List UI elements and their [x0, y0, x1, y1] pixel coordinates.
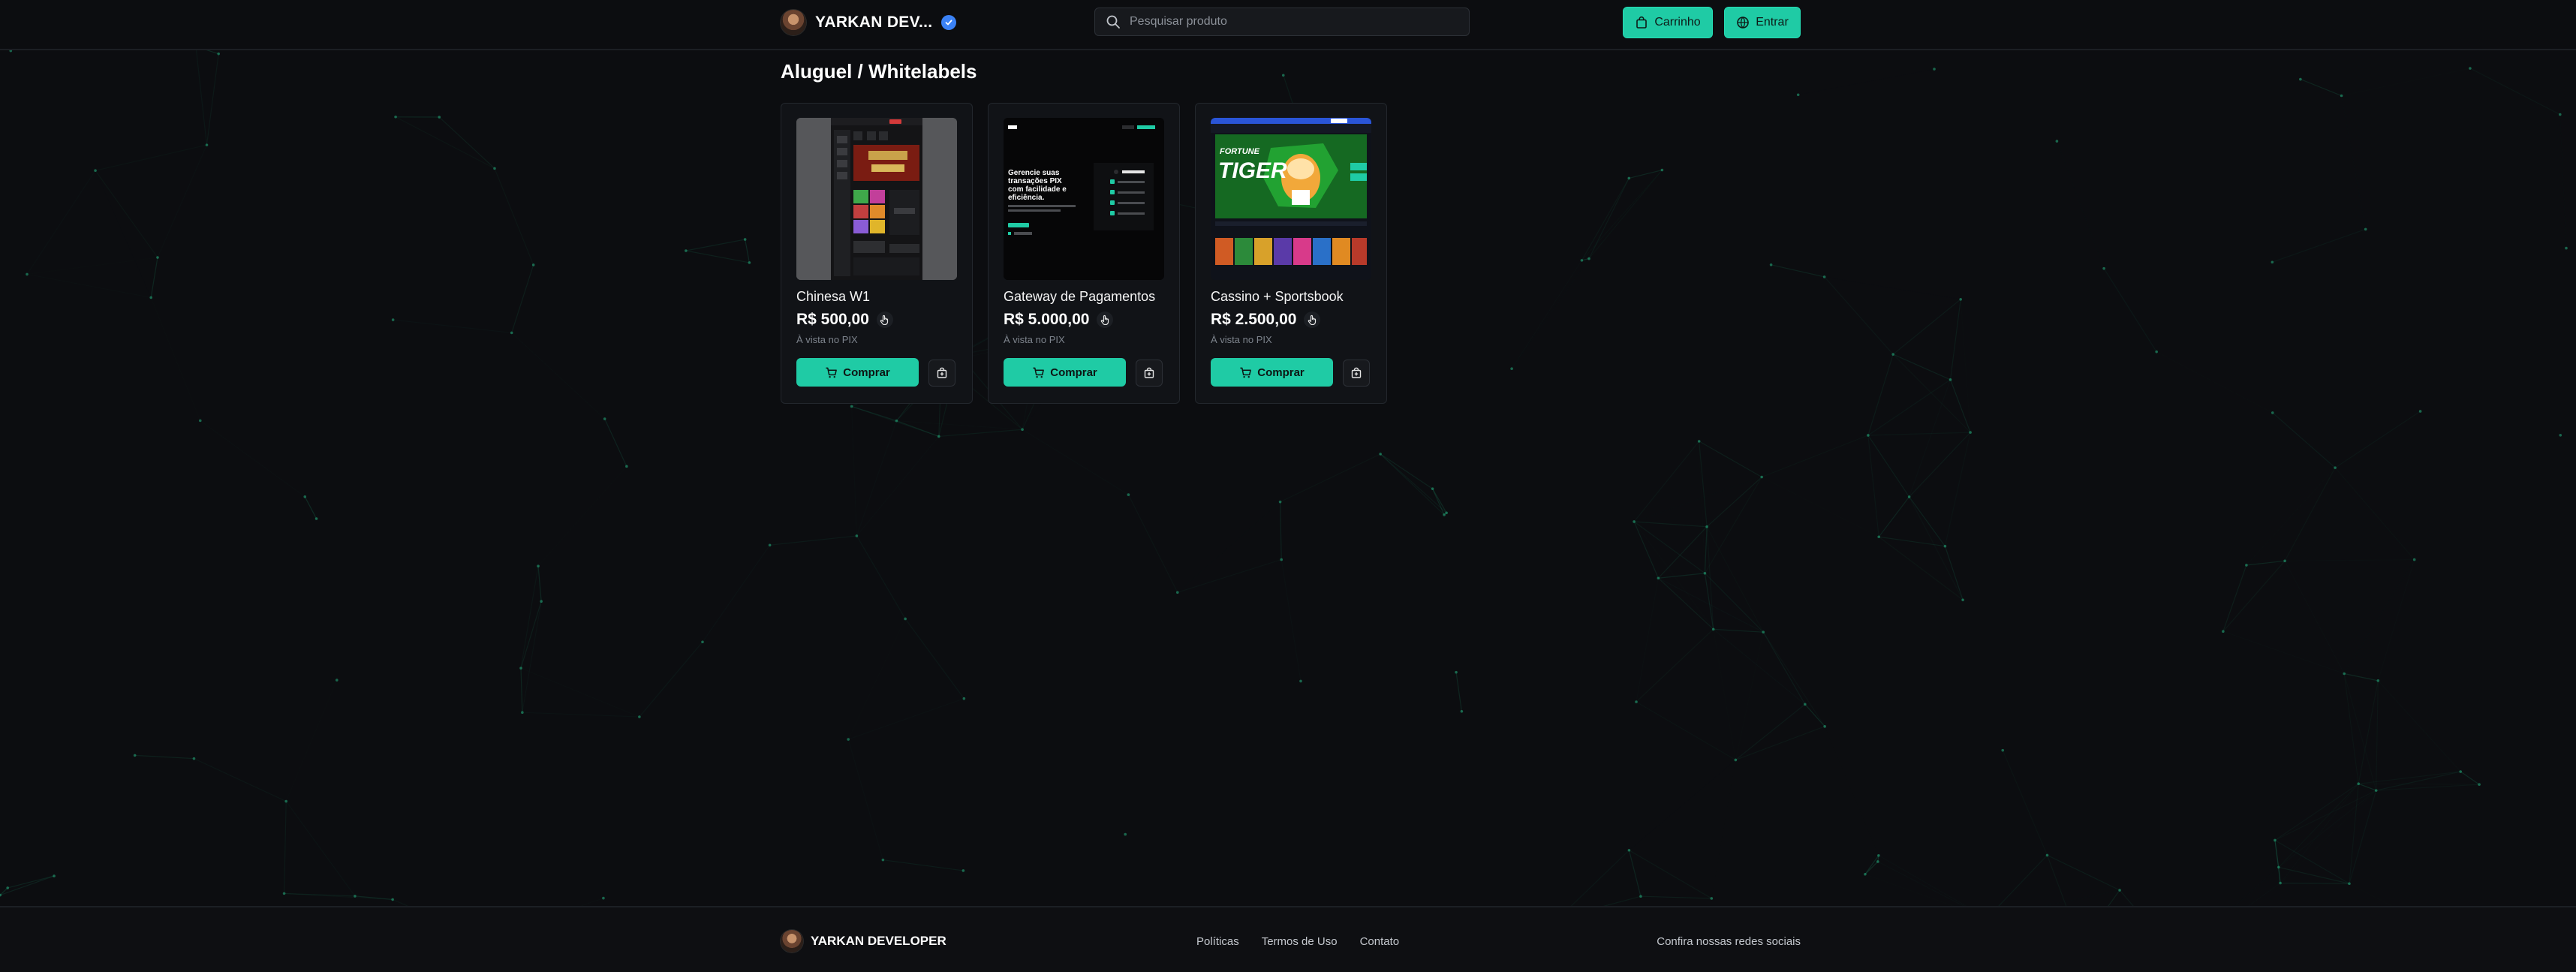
login-button-label: Entrar [1756, 16, 1789, 29]
svg-text:transações PIX: transações PIX [1008, 177, 1062, 185]
add-to-bag-button[interactable] [928, 360, 955, 387]
pointer-hand-icon [1304, 311, 1321, 328]
svg-text:FORTUNE: FORTUNE [1220, 147, 1260, 156]
product-title[interactable]: Cassino + Sportsbook [1211, 289, 1344, 305]
add-to-bag-button[interactable] [1136, 360, 1163, 387]
top-navbar: YARKAN DEV... Carrinho Entrar [0, 0, 2576, 50]
footer-link-contato[interactable]: Contato [1360, 935, 1400, 948]
bag-plus-icon [1144, 367, 1154, 378]
pointer-hand-icon [876, 311, 893, 328]
shopping-cart-icon [826, 367, 838, 378]
buy-button-label: Comprar [1050, 366, 1097, 379]
shopping-bag-icon [1636, 16, 1648, 29]
product-image[interactable]: FORTUNE TIGER [1211, 118, 1371, 280]
globe-icon [1737, 17, 1750, 29]
verified-badge-icon [941, 15, 957, 30]
footer-social-label[interactable]: Confira nossas redes sociais [1657, 935, 1801, 948]
avatar [781, 10, 806, 35]
product-image[interactable]: Gerencie suas transações PIX com facilid… [1004, 118, 1164, 280]
cart-button-label: Carrinho [1654, 16, 1701, 29]
product-title[interactable]: Chinesa W1 [796, 289, 870, 305]
login-button[interactable]: Entrar [1724, 7, 1801, 38]
footer-avatar [781, 930, 803, 952]
cart-button[interactable]: Carrinho [1623, 7, 1713, 38]
product-price: R$ 500,00 [796, 311, 869, 328]
svg-text:Gerencie suas: Gerencie suas [1008, 169, 1060, 177]
footer: YARKAN DEVELOPER Políticas Termos de Uso… [0, 906, 2576, 972]
svg-text:com facilidade e: com facilidade e [1008, 185, 1067, 194]
store-brand[interactable]: YARKAN DEV... [781, 10, 957, 35]
footer-links: Políticas Termos de Uso Contato [1196, 935, 1422, 948]
product-price: R$ 2.500,00 [1211, 311, 1297, 328]
buy-button-label: Comprar [843, 366, 890, 379]
product-title[interactable]: Gateway de Pagamentos [1004, 289, 1155, 305]
bag-plus-icon [937, 367, 947, 378]
footer-store-name: YARKAN DEVELOPER [811, 934, 946, 948]
add-to-bag-button[interactable] [1343, 360, 1370, 387]
price-row: R$ 5.000,00 [1004, 311, 1114, 329]
product-price: R$ 5.000,00 [1004, 311, 1090, 328]
search-icon [1106, 15, 1120, 29]
buy-button[interactable]: Comprar [1004, 358, 1126, 387]
svg-text:eficiência.: eficiência. [1008, 194, 1045, 202]
buy-button[interactable]: Comprar [1211, 358, 1333, 387]
shopping-cart-icon [1033, 367, 1045, 378]
section-title: Aluguel / Whitelabels [781, 60, 977, 83]
footer-link-termos[interactable]: Termos de Uso [1262, 935, 1338, 948]
price-row: R$ 500,00 [796, 311, 893, 329]
footer-link-politicas[interactable]: Políticas [1196, 935, 1239, 948]
svg-text:TIGER: TIGER [1218, 158, 1287, 183]
price-row: R$ 2.500,00 [1211, 311, 1321, 329]
store-name: YARKAN DEV... [815, 14, 933, 31]
payment-note: À vista no PIX [1211, 334, 1272, 345]
shopping-cart-icon [1240, 367, 1252, 378]
buy-button[interactable]: Comprar [796, 358, 919, 387]
payment-note: À vista no PIX [796, 334, 858, 345]
pointer-hand-icon [1097, 311, 1114, 328]
search-bar[interactable] [1094, 8, 1470, 36]
product-image[interactable] [796, 118, 957, 280]
product-card[interactable]: Gerencie suas transações PIX com facilid… [988, 103, 1180, 404]
payment-note: À vista no PIX [1004, 334, 1065, 345]
product-card[interactable]: FORTUNE TIGER Cassino + Sportsbook R$ 2.… [1195, 103, 1387, 404]
product-card[interactable]: Chinesa W1 R$ 500,00 À vista no PIX Comp… [781, 103, 973, 404]
buy-button-label: Comprar [1257, 366, 1305, 379]
search-input[interactable] [1130, 8, 1469, 35]
footer-brand[interactable]: YARKAN DEVELOPER [781, 930, 946, 952]
bag-plus-icon [1351, 367, 1362, 378]
